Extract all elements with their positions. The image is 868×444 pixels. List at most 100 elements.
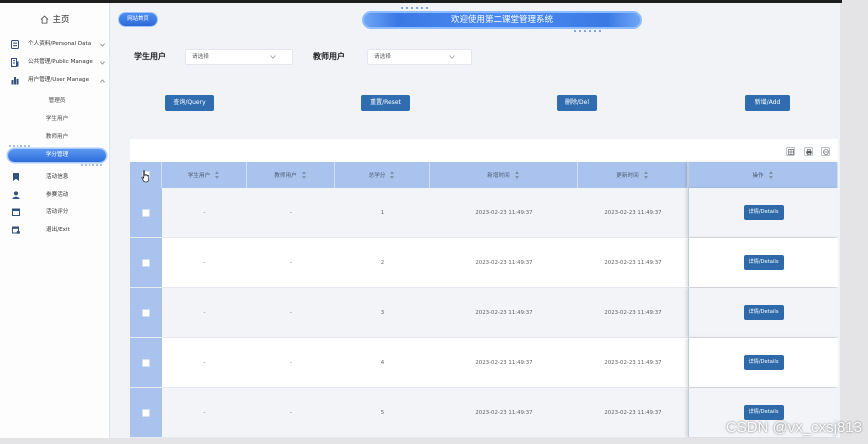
cell-actions: 详情/Details	[688, 188, 838, 237]
column-header-label: 更新时间	[616, 173, 639, 179]
cell-updated-time: 2023-02-23 11:49:37	[604, 209, 662, 216]
sidebar-item-personal-data[interactable]: 个人资料/Personal Data	[0, 36, 110, 53]
cell-total-credits: 3	[380, 309, 385, 316]
decorative-dots	[9, 145, 30, 147]
cell-created-time: 2023-02-23 11:49:37	[475, 409, 533, 416]
row-select-cell	[130, 388, 162, 437]
row-checkbox[interactable]	[142, 408, 150, 417]
column-header-created-time[interactable]: 新增时间	[430, 162, 578, 188]
row-select-cell	[130, 288, 162, 337]
details-button[interactable]: 详情/Details	[743, 205, 784, 220]
sidebar-subitem-student-users[interactable]: 学生用户	[7, 110, 107, 128]
sidebar-item-user-manage[interactable]: 用户管理/User Manage	[0, 72, 110, 89]
mouse-cursor-icon	[141, 170, 149, 183]
delete-button[interactable]: 删除/Del	[557, 95, 597, 111]
sidebar-item-label: 个人资料/Personal Data	[28, 41, 92, 47]
reset-button[interactable]: 重置/Reset	[361, 95, 410, 111]
teacher-user-select[interactable]: 请选择	[367, 49, 472, 65]
table-row[interactable]: - - 1 2023-02-23 11:49:37 2023-02-23 11:…	[130, 188, 838, 238]
table-toolbar	[130, 139, 838, 162]
cell-teacher-user: -	[290, 409, 292, 416]
decorative-dots	[401, 7, 428, 9]
table-row[interactable]: - - 3 2023-02-23 11:49:37 2023-02-23 11:…	[130, 288, 838, 338]
row-checkbox[interactable]	[142, 358, 150, 367]
sidebar-item-label: 活动评分	[46, 209, 69, 215]
cell-updated-time: 2023-02-23 11:49:37	[604, 359, 662, 366]
credit-table-panel: 学生用户 教师用户 总学分 新增时间 更新时间 操作 - - 1 2023-02…	[130, 139, 838, 438]
column-header-student-user[interactable]: 学生用户	[162, 162, 247, 188]
sidebar-subitem-teacher-users[interactable]: 教师用户	[7, 128, 107, 146]
row-checkbox[interactable]	[142, 308, 150, 317]
teacher-user-filter-label: 教师用户	[313, 52, 345, 61]
column-header-label: 新增时间	[487, 173, 510, 179]
columns-icon[interactable]	[786, 147, 795, 156]
sort-icon[interactable]	[643, 171, 649, 179]
details-button[interactable]: 详情/Details	[743, 305, 784, 320]
sort-icon[interactable]	[768, 171, 774, 179]
sidebar-home-label: 主页	[52, 15, 70, 25]
sidebar-item-label: 用户管理/User Manage	[28, 77, 90, 83]
sidebar-item-public-manage[interactable]: 公共管理/Public Manage	[0, 54, 110, 71]
table-row[interactable]: - - 4 2023-02-23 11:49:37 2023-02-23 11:…	[130, 338, 838, 388]
cell-created-time: 2023-02-23 11:49:37	[475, 259, 533, 266]
home-icon	[41, 15, 49, 24]
table-header: 学生用户 教师用户 总学分 新增时间 更新时间 操作	[130, 162, 838, 188]
student-user-filter-label: 学生用户	[134, 52, 166, 61]
sidebar-item-contest-activity[interactable]: 参赛活动	[0, 186, 110, 204]
column-header-label: 操作	[752, 173, 764, 179]
query-button[interactable]: 查询/Query	[165, 95, 214, 111]
details-button[interactable]: 详情/Details	[743, 355, 784, 370]
sort-icon[interactable]	[301, 171, 307, 179]
cell-updated-time: 2023-02-23 11:49:37	[604, 259, 662, 266]
column-header-updated-time[interactable]: 更新时间	[578, 162, 688, 188]
sidebar-item-label: 退出/Exit	[46, 227, 70, 233]
sidebar-item-activity-score[interactable]: 活动评分	[0, 203, 110, 221]
cell-total-credits: 5	[380, 409, 385, 416]
sidebar-item-activity-info[interactable]: 活动信息	[0, 168, 110, 186]
sort-icon[interactable]	[514, 171, 520, 179]
column-header-total-credits[interactable]: 总学分	[335, 162, 430, 188]
print-icon[interactable]	[804, 147, 813, 156]
cell-student-user: -	[203, 309, 206, 316]
table-row[interactable]: - - 2 2023-02-23 11:49:37 2023-02-23 11:…	[130, 238, 838, 288]
bookmark-icon	[13, 173, 19, 181]
details-button[interactable]: 详情/Details	[743, 405, 784, 420]
details-button[interactable]: 详情/Details	[743, 255, 784, 270]
title-banner: 欢迎使用第二课堂管理系统	[362, 11, 642, 29]
row-select-cell	[130, 238, 162, 287]
student-user-select[interactable]: 请选择	[185, 49, 293, 65]
sidebar-home[interactable]: 主页	[0, 11, 110, 27]
select-placeholder: 请选择	[192, 54, 209, 60]
cell-student-user: -	[203, 359, 206, 366]
cell-created-time: 2023-02-23 11:49:37	[475, 209, 533, 216]
row-checkbox[interactable]	[142, 208, 150, 217]
column-header-actions[interactable]: 操作	[688, 162, 838, 188]
row-select-cell	[130, 188, 162, 237]
sort-icon[interactable]	[390, 171, 395, 179]
sidebar-item-label: 公共管理/Public Manage	[28, 59, 93, 65]
export-icon[interactable]	[821, 147, 830, 156]
column-header-label: 学生用户	[187, 173, 211, 179]
cell-created-time: 2023-02-23 11:49:37	[475, 359, 533, 366]
sidebar-subitem-admin[interactable]: 管理员	[7, 92, 107, 110]
cell-teacher-user: -	[290, 209, 292, 216]
exit-icon	[12, 226, 20, 234]
row-checkbox[interactable]	[142, 258, 150, 267]
chevron-down-icon	[100, 61, 105, 65]
cell-total-credits: 4	[380, 359, 385, 366]
chevron-down-icon	[449, 55, 455, 59]
column-header-teacher-user[interactable]: 教师用户	[247, 162, 335, 188]
sidebar-subitem-label: 学生用户	[45, 116, 69, 122]
cell-teacher-user: -	[290, 259, 292, 266]
column-header-label: 教师用户	[274, 173, 297, 179]
sidebar-item-exit[interactable]: 退出/Exit	[0, 221, 110, 239]
sidebar-item-label: 活动信息	[46, 174, 69, 180]
cell-actions: 详情/Details	[688, 288, 838, 337]
sidebar-subitem-credit-manage-active[interactable]: 学分管理	[8, 149, 106, 162]
site-home-button[interactable]: 网站首页	[118, 12, 158, 27]
add-button[interactable]: 新增/Add	[745, 95, 790, 111]
sidebar-subitem-label: 教师用户	[45, 134, 69, 140]
decorative-dots	[574, 30, 601, 32]
columns-glyph	[787, 148, 794, 155]
sort-icon[interactable]	[215, 171, 220, 179]
